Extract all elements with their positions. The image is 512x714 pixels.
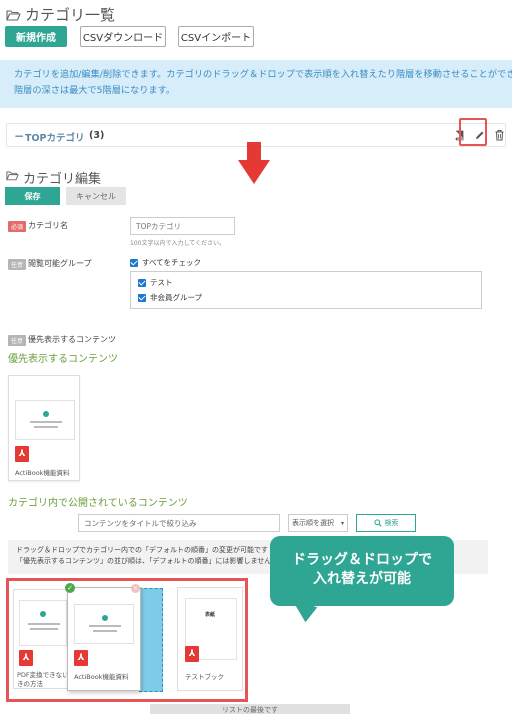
check-all-checkbox[interactable]: すべてをチェック [130,257,201,268]
folder-open-icon [6,170,19,185]
folder-open-icon [6,9,21,21]
content-card-label: ActiBook機能資料 [15,469,70,477]
collapse-icon[interactable]: − [14,129,24,143]
category-list-section: カテゴリ一覧 新規作成 CSVダウンロード CSVインポート カテゴリを追加/編… [0,0,512,162]
logo-icon [40,611,46,617]
info-line-1: カテゴリを追加/編集/削除できます。カテゴリのドラッグ＆ドロップで表示順を入れ替… [14,69,512,80]
save-button[interactable]: 保存 [5,187,60,205]
close-icon[interactable]: × [131,584,140,593]
thumbnail-line [93,630,117,632]
content-card-label: きの方法 [17,680,43,688]
content-thumbnail [19,600,67,646]
optional-badge: 任意 [8,259,27,270]
thumbnail-line [34,426,58,428]
callout-line-2: 入れ替えが可能 [313,571,411,587]
csv-download-button[interactable]: CSVダウンロード [80,26,166,47]
content-filter-input[interactable]: コンテンツをタイトルで絞り込み [78,514,280,532]
drag-drop-area: ⅄ PDF変換できない きの方法 ⅄ ActiBook機能資料 ✓ × 表紙 ⅄… [6,578,248,702]
info-line-2: 階層の深さは最大で5階層になります。 [14,85,176,96]
content-card-label: テストブック [185,673,224,681]
priority-content-heading: 優先表示するコンテンツ [8,354,118,365]
page-title-text: カテゴリ一覧 [25,6,116,24]
trash-icon[interactable] [491,127,507,143]
content-card-label: ActiBook機能資料 [74,673,129,681]
search-button[interactable]: 検索 [356,514,416,532]
chevron-down-icon: ▾ [340,519,344,527]
edit-title: カテゴリ編集 [6,168,101,187]
cancel-button[interactable]: キャンセル [66,187,126,205]
thumbnail-line [30,421,62,423]
check-all-label: すべてをチェック [142,258,202,267]
priority-content-label: 優先表示するコンテンツ [28,335,116,344]
sort-order-select[interactable]: 表示順を選択 ▾ [288,514,348,532]
info-message: カテゴリを追加/編集/削除できます。カテゴリのドラッグ＆ドロップで表示順を入れ替… [0,60,512,108]
callout-line-1: ドラッグ＆ドロップで [292,552,432,568]
checkbox-checked-icon[interactable] [138,278,146,287]
priority-content-card[interactable]: ⅄ ActiBook機能資料 [8,375,80,481]
checkbox-checked-icon[interactable] [138,293,146,302]
pdf-icon: ⅄ [15,446,29,462]
dragged-content-card[interactable]: ⅄ ActiBook機能資料 [67,587,141,691]
edit-title-text: カテゴリ編集 [23,172,102,187]
group-checkbox-test[interactable]: テスト [138,277,173,288]
cover-text: 表紙 [205,612,216,618]
group-label: 非会員グループ [150,293,203,302]
category-name-label: カテゴリ名 [28,221,68,230]
logo-icon [102,615,108,621]
pdf-icon: ⅄ [185,646,199,662]
csv-import-button[interactable]: CSVインポート [178,26,254,47]
category-edit-section: カテゴリ編集 保存 キャンセル 必須 カテゴリ名 TOPカテゴリ 100文字以内… [0,162,512,714]
new-button[interactable]: 新規作成 [5,26,67,47]
group-label: テスト [150,278,173,287]
content-thumbnail [74,604,134,644]
down-arrow-icon [238,142,270,184]
thumbnail-line [89,625,121,627]
checkbox-checked-icon[interactable] [130,258,138,267]
list-end-indicator: リストの最後です [150,704,350,714]
group-list-box [130,271,482,309]
viewable-group-label: 閲覧可能グループ [28,259,92,268]
content-card[interactable]: 表紙 ⅄ テストブック [177,587,243,691]
drag-drop-callout: ドラッグ＆ドロップで 入れ替えが可能 [270,536,454,606]
category-name-hint: 100文字以内で入力してください。 [130,240,226,247]
pdf-icon: ⅄ [74,650,88,666]
category-name-input[interactable]: TOPカテゴリ [130,217,235,235]
pdf-icon: ⅄ [19,650,33,666]
drop-placeholder [139,588,163,692]
check-circle-icon: ✓ [65,583,75,593]
category-count: (3) [89,130,105,141]
thumbnail-line [30,628,58,630]
published-content-heading: カテゴリ内で公開されているコンテンツ [8,498,188,509]
thumbnail-line [28,623,60,625]
group-checkbox-nonmember[interactable]: 非会員グループ [138,292,202,303]
search-icon [373,519,382,527]
category-name[interactable]: TOPカテゴリ [25,130,85,144]
optional-badge: 任意 [8,335,27,346]
edit-icon-highlight [459,118,487,146]
content-thumbnail [15,400,75,440]
logo-icon [43,411,49,417]
page-title: カテゴリ一覧 [6,4,115,25]
search-button-label: 検索 [384,519,399,527]
sort-order-value: 表示順を選択 [292,519,334,527]
content-card[interactable]: ⅄ PDF変換できない きの方法 [13,589,71,689]
required-badge: 必須 [8,221,27,232]
